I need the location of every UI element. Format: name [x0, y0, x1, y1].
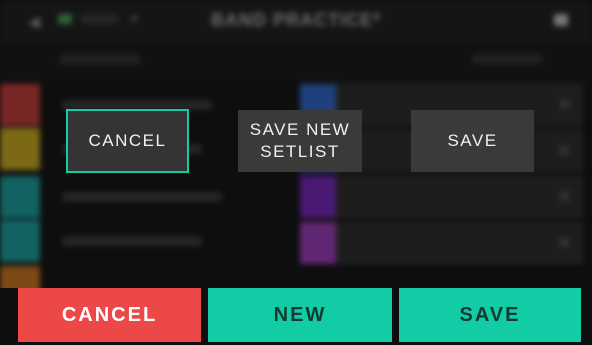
list-item — [0, 220, 300, 262]
dialog-cancel-button[interactable]: CANCEL — [66, 109, 189, 173]
list-item: ✕ — [300, 222, 592, 264]
list-item-box: ✕ — [336, 222, 583, 264]
list-item-box: ✕ — [336, 176, 583, 218]
close-icon: ✕ — [556, 95, 572, 115]
menu-icon — [554, 14, 568, 26]
sub-bar-right-control — [472, 54, 542, 64]
list-item: ✕ — [300, 176, 592, 218]
color-swatch — [0, 220, 40, 262]
close-icon: ✕ — [556, 187, 572, 207]
close-icon: ✕ — [556, 141, 572, 161]
list-item-text — [62, 192, 222, 202]
color-swatch — [300, 222, 336, 264]
cancel-button[interactable]: CANCEL — [18, 288, 201, 342]
bottom-action-bar: CANCEL NEW SAVE — [0, 288, 592, 345]
color-swatch — [300, 176, 336, 218]
save-button[interactable]: SAVE — [399, 288, 581, 342]
list-item — [0, 176, 300, 218]
color-swatch — [0, 176, 40, 218]
save-new-setlist-label: SAVE NEW SETLIST — [249, 120, 351, 161]
top-bar: ◀ ▼ BAND PRACTICE* — [0, 0, 592, 42]
sub-bar — [0, 42, 592, 82]
new-button[interactable]: NEW — [208, 288, 392, 342]
page-title: BAND PRACTICE* — [210, 10, 381, 30]
close-icon: ✕ — [556, 233, 572, 253]
save-new-setlist-button[interactable]: SAVE NEW SETLIST — [238, 110, 362, 172]
color-swatch — [0, 128, 40, 170]
sub-bar-left-text — [60, 54, 140, 64]
color-swatch — [0, 84, 40, 126]
list-item-text — [62, 236, 202, 246]
dialog-save-button[interactable]: SAVE — [411, 110, 534, 172]
